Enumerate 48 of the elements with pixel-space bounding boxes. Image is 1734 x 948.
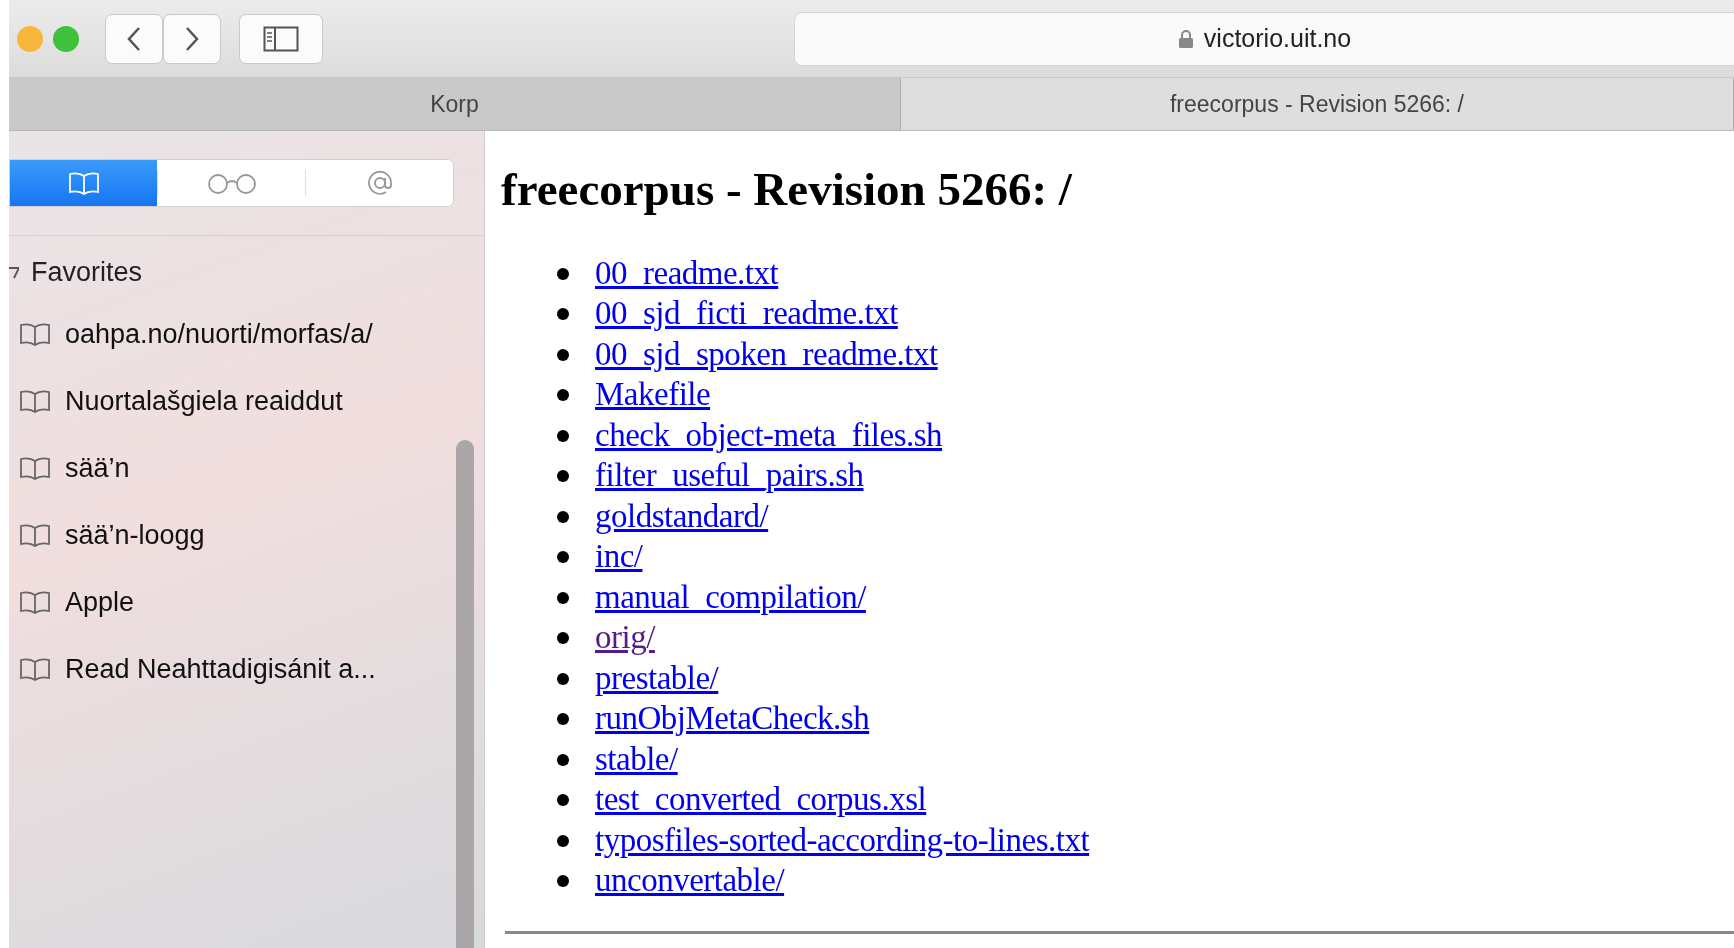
bookmark-item[interactable]: Read Neahttadigisánit a... xyxy=(65,648,376,690)
book-icon xyxy=(19,322,51,346)
disclosure-icon[interactable] xyxy=(9,264,19,281)
scrollbar[interactable] xyxy=(456,440,474,948)
bullet-icon xyxy=(557,308,569,321)
bookmark-item[interactable]: sää’n-loogg xyxy=(65,514,205,556)
book-icon xyxy=(19,657,51,681)
bullet-icon xyxy=(557,834,569,847)
sidebar-icon xyxy=(263,25,299,52)
section-header[interactable]: Favorites xyxy=(31,252,143,293)
bullet-icon xyxy=(557,429,569,442)
browser-tab[interactable]: Korp xyxy=(9,78,901,130)
bullet-icon xyxy=(557,551,569,564)
bullet-icon xyxy=(557,389,569,402)
bullet-icon xyxy=(557,510,569,523)
url-text: victorio.uit.no xyxy=(1203,22,1352,54)
bookmark-item[interactable]: oahpa.no/nuorti/morfas/a/ xyxy=(65,313,373,355)
bullet-icon xyxy=(557,470,569,483)
bullet-icon xyxy=(557,672,569,685)
chevron-right-icon xyxy=(184,25,200,52)
zoom-button[interactable] xyxy=(53,25,79,52)
glasses-icon xyxy=(205,171,258,195)
bullet-icon xyxy=(557,875,569,888)
book-icon xyxy=(19,590,51,614)
bookmark-item[interactable]: Nuortalašgiela reaiddut xyxy=(65,380,343,422)
page-heading: freecorpus - Revision 5266: / xyxy=(501,162,1073,217)
bullet-icon xyxy=(557,267,569,280)
bookmarks-tab[interactable] xyxy=(10,160,157,206)
book-icon xyxy=(19,456,51,480)
bullet-icon xyxy=(557,348,569,361)
bullet-icon xyxy=(557,794,569,807)
address-bar[interactable]: victorio.uit.no xyxy=(794,11,1734,66)
bullet-icon xyxy=(557,591,569,604)
chevron-left-icon xyxy=(126,25,142,52)
browser-tab[interactable]: freecorpus - Revision 5266: / xyxy=(901,78,1734,130)
forward-button[interactable] xyxy=(163,13,221,64)
bullet-icon xyxy=(557,632,569,645)
bullet-icon xyxy=(557,713,569,726)
file-link[interactable]: test_converted_corpus.xsl xyxy=(595,775,927,825)
book-icon xyxy=(67,171,100,195)
bookmark-item[interactable]: Apple xyxy=(65,581,135,623)
file-link[interactable]: check_object-meta_files.sh xyxy=(595,410,943,461)
book-icon xyxy=(19,523,51,547)
back-button[interactable] xyxy=(105,13,163,64)
bookmark-item[interactable]: sää’n xyxy=(65,447,130,489)
bullet-icon xyxy=(557,753,569,766)
book-icon xyxy=(19,389,51,413)
sidebar-toggle-button[interactable] xyxy=(239,13,323,64)
